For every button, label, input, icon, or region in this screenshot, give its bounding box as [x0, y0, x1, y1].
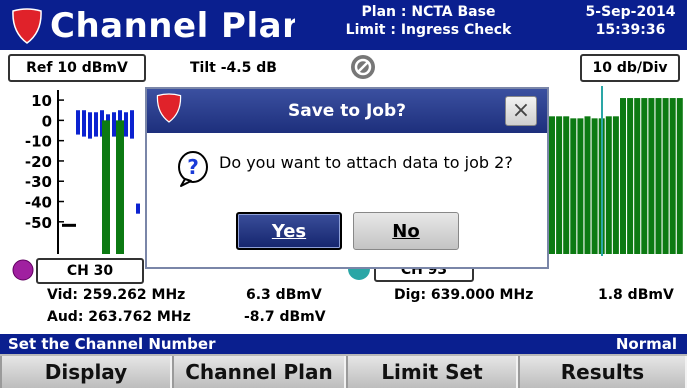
chart-bar-green — [634, 98, 641, 254]
chart-bar-blue — [76, 110, 80, 135]
chart-bar-green — [116, 120, 124, 254]
chart-bar-green — [612, 116, 619, 254]
chart-bar-blue — [112, 112, 116, 137]
close-button[interactable]: × — [505, 96, 537, 126]
save-to-job-dialog: Save to Job? × ? Do you want to attach d… — [145, 87, 549, 269]
yes-label: Yes — [271, 220, 307, 242]
channel-input[interactable]: CH 30 — [36, 258, 144, 284]
chart-bar-blue — [130, 110, 134, 139]
chart-bar-blue — [94, 112, 98, 137]
limit-line: Limit : Ingress Check — [345, 22, 512, 38]
chart-bar-green — [655, 98, 662, 254]
softkey-bar: Display Channel Plan Limit Set Results — [0, 354, 687, 388]
page-title: Channel Plan Scan — [50, 6, 295, 46]
softkey-limit-set[interactable]: Limit Set — [346, 356, 518, 388]
chart-bar-green — [549, 116, 555, 254]
plan-info: Plan : NCTA Base Limit : Ingress Check — [296, 3, 561, 39]
chart-bar-green — [627, 98, 634, 254]
y-tick-label: -30 — [25, 173, 52, 191]
chart-bar-green — [620, 98, 626, 254]
chart-bar-green — [577, 118, 584, 254]
chart-bar-green — [605, 116, 612, 254]
y-tick-label: 0 — [42, 112, 52, 130]
scale-per-div-button[interactable]: 10 db/Div — [580, 54, 680, 82]
y-tick-label: -40 — [25, 194, 52, 212]
softkey-display[interactable]: Display — [0, 356, 172, 388]
dialog-title: Save to Job? — [287, 101, 406, 121]
y-tick-label: -10 — [25, 133, 52, 151]
y-tick-label: 10 — [31, 92, 52, 110]
date-label: 5-Sep-2014 — [585, 4, 676, 20]
dialog-message: Do you want to attach data to job 2? — [219, 153, 513, 172]
svg-text:?: ? — [187, 155, 199, 179]
y-tick-label: -50 — [25, 214, 52, 232]
plan-line: Plan : NCTA Base — [361, 4, 496, 20]
status-bar: Set the Channel Number Normal — [0, 334, 687, 354]
dialog-header: Save to Job? × — [147, 89, 547, 133]
chart-bar-green — [556, 116, 563, 254]
chart-bar-green — [570, 118, 577, 254]
marker-indicator-icon — [12, 259, 34, 281]
vid-frequency: Vid: 259.262 MHz — [47, 287, 186, 303]
question-icon: ? — [178, 151, 208, 187]
chart-bar-blue — [82, 110, 86, 137]
tilt-label: Tilt -4.5 dB — [190, 60, 277, 76]
status-message: Set the Channel Number — [8, 335, 216, 353]
chart-bar-blue — [124, 112, 128, 137]
dig-level: 1.8 dBmV — [598, 287, 674, 303]
dig-frequency: Dig: 639.000 MHz — [394, 287, 534, 303]
chart-bar-green — [676, 98, 683, 254]
aud-frequency: Aud: 263.762 MHz — [47, 309, 191, 325]
softkey-results[interactable]: Results — [518, 356, 687, 388]
chart-bar-blue — [136, 203, 140, 214]
chart-bar-green — [102, 120, 110, 254]
chart-bar-green — [584, 116, 591, 254]
aud-level: -8.7 dBmV — [244, 309, 326, 325]
title-bar: Channel Plan Scan Plan : NCTA Base Limit… — [0, 0, 687, 50]
no-label: No — [392, 220, 420, 242]
datetime: 5-Sep-2014 15:39:36 — [578, 3, 683, 39]
vid-level: 6.3 dBmV — [246, 287, 322, 303]
y-tick-label: -20 — [25, 153, 52, 171]
chart-bar-green — [662, 98, 669, 254]
ref-level-button[interactable]: Ref 10 dBmV — [8, 54, 146, 82]
chart-bar-green — [641, 98, 648, 254]
noise-floor-mark — [62, 223, 76, 227]
chart-bar-green — [591, 118, 598, 254]
yes-button[interactable]: Yes — [236, 212, 342, 250]
time-label: 15:39:36 — [595, 22, 666, 38]
softkey-channel-plan[interactable]: Channel Plan — [172, 356, 346, 388]
no-entry-icon[interactable] — [350, 54, 376, 80]
brand-shield-icon — [12, 8, 42, 44]
status-mode: Normal — [615, 335, 677, 353]
chart-bar-green — [563, 116, 570, 254]
chart-bar-green — [669, 98, 676, 254]
chart-bar-blue — [88, 112, 92, 139]
chart-bar-green — [648, 98, 655, 254]
no-button[interactable]: No — [353, 212, 459, 250]
